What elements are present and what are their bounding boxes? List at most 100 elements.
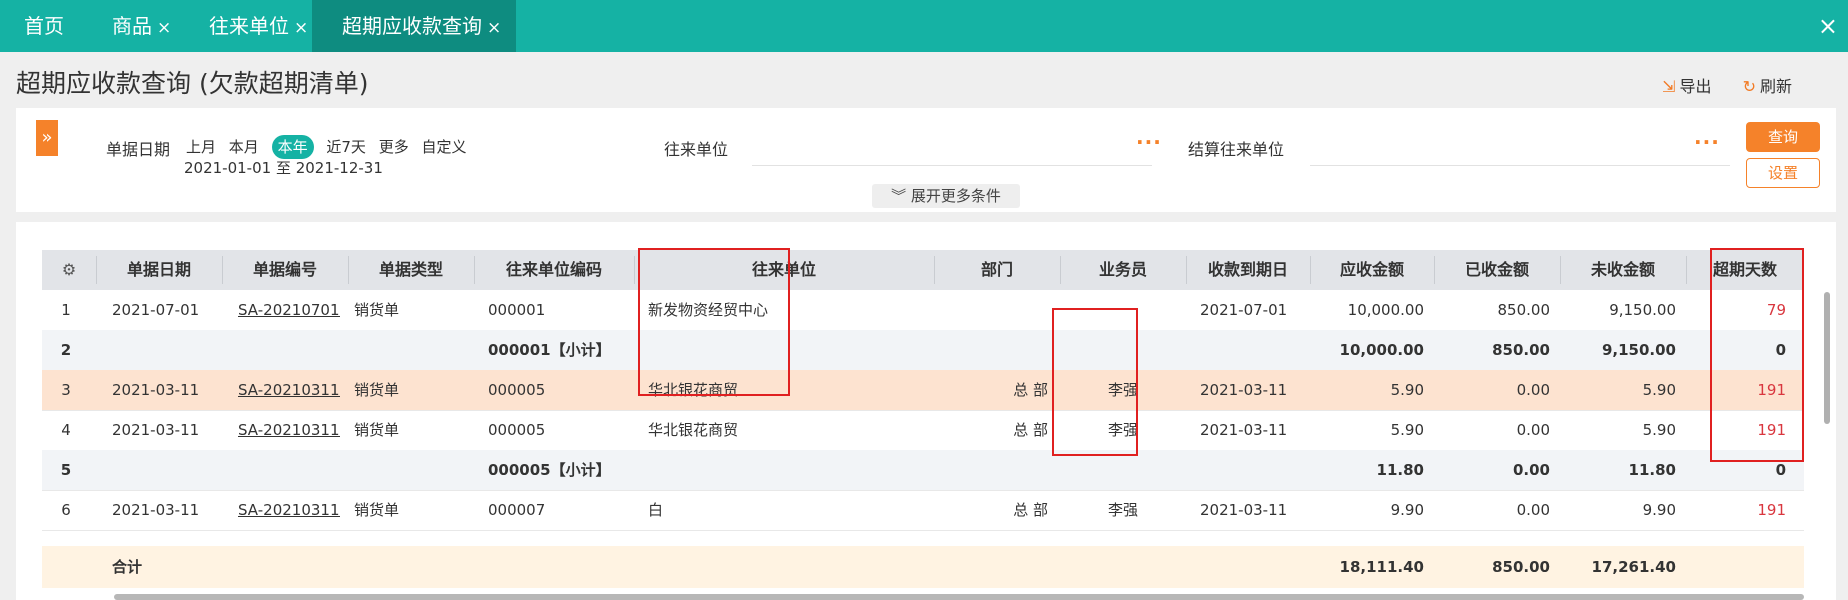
cell-due-date: 2021-03-11 <box>1200 501 1288 519</box>
cell-doc-type <box>354 450 464 490</box>
query-button[interactable]: 查询 <box>1746 122 1820 152</box>
table-row[interactable]: 12021-07-01SA-20210701-0销货单000001新发物资经贸中… <box>42 290 1804 331</box>
range-this-year[interactable]: 本年 <box>271 135 314 159</box>
settings-button[interactable]: 设置 <box>1746 158 1820 188</box>
refresh-label: 刷新 <box>1759 77 1792 96</box>
cell-unreceived: 9,150.00 <box>1601 341 1676 359</box>
partner-filter-label: 往来单位 <box>664 140 729 159</box>
cell-doc-no[interactable]: SA-20210311-0 <box>238 370 340 410</box>
cell-row-no: 1 <box>61 301 71 319</box>
window-close-icon[interactable]: × <box>1818 0 1838 52</box>
tab-partners[interactable]: 往来单位 × <box>209 0 308 52</box>
subtotal-row[interactable]: 2 000001【小计】 10,000.00 850.00 9,150.00 0 <box>42 330 1804 371</box>
cell-date: 2021-03-11 <box>112 381 200 399</box>
close-icon[interactable]: × <box>487 18 501 38</box>
cell-doc-no[interactable]: SA-20210311-0 <box>238 490 340 530</box>
col-header-receivable[interactable]: 应收金额 <box>1310 250 1434 290</box>
total-receivable: 18,111.40 <box>1339 558 1424 576</box>
col-header-doc-type[interactable]: 单据类型 <box>348 250 474 290</box>
table-header: ⚙ 单据日期 单据编号 单据类型 往来单位编码 往来单位 部门 业务员 收款到期… <box>42 250 1804 290</box>
col-header-received[interactable]: 已收金额 <box>1434 250 1560 290</box>
horizontal-scrollbar[interactable] <box>114 594 1804 600</box>
expand-conditions-button[interactable]: ︾ 展开更多条件 <box>872 184 1020 208</box>
table-row[interactable]: 6 2021-03-11 SA-20210311-0 销货单 000007 白 总 部 李强 2… <box>42 490 1804 531</box>
export-icon: ⇲ <box>1662 77 1676 96</box>
cell-department: 总 部 <box>1013 381 1048 399</box>
total-unreceived: 17,261.40 <box>1591 558 1676 576</box>
cell-row-no: 2 <box>60 341 72 359</box>
cell-due-date <box>1200 330 1310 370</box>
tab-home[interactable]: 首页 <box>24 0 64 52</box>
cell-due-date <box>1200 450 1310 490</box>
settle-partner-input[interactable] <box>1310 165 1730 166</box>
col-header-due-date[interactable]: 收款到期日 <box>1186 250 1310 290</box>
tab-overdue-receivables[interactable]: 超期应收款查询 × <box>312 0 516 52</box>
col-header-partner-code[interactable]: 往来单位编码 <box>474 250 634 290</box>
cell-doc-no[interactable]: SA-20210701-0 <box>238 290 340 330</box>
cell-partner-code: 000001 <box>488 301 546 319</box>
cell-receivable: 5.90 <box>1390 421 1424 439</box>
vertical-scrollbar[interactable] <box>1824 292 1830 424</box>
tab-home-label: 首页 <box>24 14 64 38</box>
col-header-date[interactable]: 单据日期 <box>96 250 222 290</box>
tab-bar: 首页 商品 × 往来单位 × 超期应收款查询 × × <box>0 0 1848 52</box>
cell-partner-code: 000005【小计】 <box>488 461 611 479</box>
settle-partner-picker-icon[interactable]: ··· <box>1694 130 1720 154</box>
cell-doc-no <box>238 450 340 490</box>
cell-partner: 白 <box>648 501 664 519</box>
cell-due-date: 2021-03-11 <box>1200 421 1288 439</box>
date-filter-label: 单据日期 <box>106 140 171 159</box>
cell-unreceived: 9,150.00 <box>1609 301 1676 319</box>
table-row[interactable]: 32021-03-11SA-20210311-0销货单000005华北银花商贸总… <box>42 370 1804 411</box>
cell-date: 2021-03-11 <box>112 501 200 519</box>
close-icon[interactable]: × <box>157 18 171 38</box>
tab-partners-label: 往来单位 <box>209 14 289 38</box>
partner-input[interactable] <box>752 165 1152 166</box>
cell-row-no: 6 <box>61 501 71 519</box>
refresh-button[interactable]: ↻ 刷新 <box>1743 77 1792 96</box>
collapse-toggle-icon[interactable]: » <box>36 120 58 156</box>
range-custom[interactable]: 自定义 <box>422 138 467 156</box>
refresh-icon: ↻ <box>1742 77 1756 96</box>
cell-partner <box>648 450 928 490</box>
cell-receivable: 11.80 <box>1376 461 1424 479</box>
total-label: 合计 <box>112 558 143 576</box>
range-this-month[interactable]: 本月 <box>229 138 259 156</box>
tab-goods[interactable]: 商品 × <box>112 0 171 52</box>
annotation-box-overdue-days <box>1710 248 1804 462</box>
subtotal-row[interactable]: 5 000005【小计】 11.80 0.00 11.80 0 <box>42 450 1804 491</box>
cell-row-no: 5 <box>60 461 72 479</box>
cell-receivable: 10,000.00 <box>1347 301 1424 319</box>
cell-date <box>112 450 222 490</box>
expand-label: 展开更多条件 <box>910 187 1001 205</box>
export-button[interactable]: ⇲ 导出 <box>1662 77 1711 96</box>
cell-doc-type: 销货单 <box>354 421 400 439</box>
range-more[interactable]: 更多 <box>379 138 409 156</box>
cell-doc-type <box>354 330 464 370</box>
cell-partner-code: 000005 <box>488 421 546 439</box>
cell-received: 0.00 <box>1512 461 1550 479</box>
total-received: 850.00 <box>1492 558 1550 576</box>
top-actions: ⇲ 导出 ↻ 刷新 <box>1636 73 1792 97</box>
column-settings-icon[interactable]: ⚙ <box>42 250 96 290</box>
range-last-month[interactable]: 上月 <box>186 138 216 156</box>
cell-department: 总 部 <box>1013 501 1048 519</box>
partner-picker-icon[interactable]: ··· <box>1136 130 1162 154</box>
cell-unreceived: 9.90 <box>1642 501 1676 519</box>
chevron-down-icon: ︾ <box>891 187 911 205</box>
col-header-doc-no[interactable]: 单据编号 <box>222 250 348 290</box>
col-header-department[interactable]: 部门 <box>934 250 1060 290</box>
cell-doc-no[interactable]: SA-20210311-0 <box>238 410 340 450</box>
col-header-unreceived[interactable]: 未收金额 <box>1560 250 1686 290</box>
cell-row-no: 4 <box>61 421 71 439</box>
range-last-7-days[interactable]: 近7天 <box>326 138 366 156</box>
cell-doc-type: 销货单 <box>354 381 400 399</box>
annotation-box-salesperson <box>1052 308 1138 456</box>
col-header-salesperson[interactable]: 业务员 <box>1060 250 1186 290</box>
cell-department <box>934 450 1048 490</box>
cell-receivable: 10,000.00 <box>1339 341 1424 359</box>
table-row[interactable]: 4 2021-03-11 SA-20210311-0 销货单 000005 华北银花商贸 总… <box>42 410 1804 451</box>
close-icon[interactable]: × <box>294 18 308 38</box>
cell-department <box>934 290 1048 330</box>
cell-receivable: 9.90 <box>1390 501 1424 519</box>
